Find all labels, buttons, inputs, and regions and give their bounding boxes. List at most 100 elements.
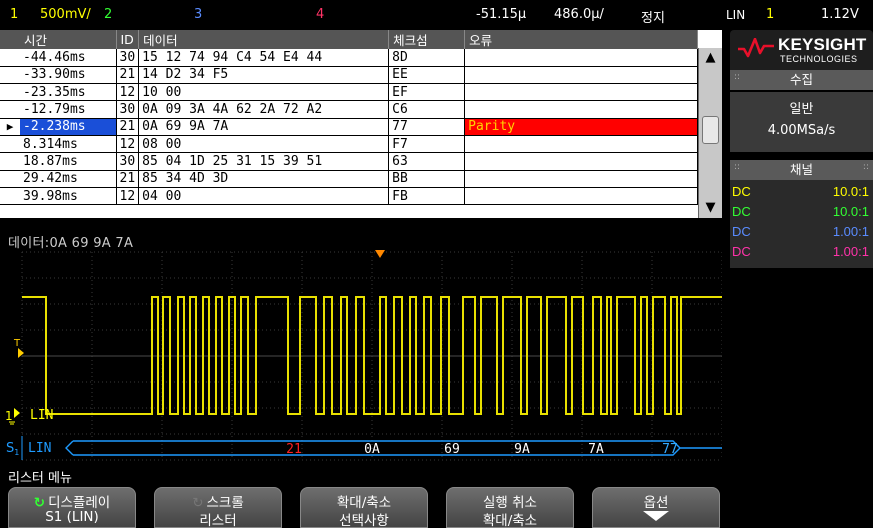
- drag-handle-icon[interactable]: ::: [863, 163, 869, 172]
- softkey-value: 리스터: [199, 513, 237, 528]
- table-row[interactable]: 39.98ms 12 04 00 FB: [0, 187, 698, 206]
- bus-decode-value: 77: [662, 442, 678, 457]
- trigger-bar: LIN 1 1.12V: [722, 0, 873, 28]
- status-bar: 1 500mV/ 2 3 4 -51.15µ 486.0µ/ 정지: [0, 0, 722, 28]
- data-cell: 0A 09 3A 4A 62 2A 72 A2: [138, 100, 390, 119]
- softkey-zoom-selection[interactable]: 확대/축소 선택사항: [300, 487, 428, 528]
- time-cell: -44.46ms: [20, 49, 117, 67]
- bus-decode-value: 69: [444, 442, 460, 457]
- lister-window: 시간 ID 데이터 체크섬 오류 -44.46ms 30 15 12 74 94 C…: [0, 30, 722, 218]
- id-cell: 21: [116, 66, 140, 85]
- data-cell: 14 D2 34 F5: [138, 66, 390, 85]
- run-state[interactable]: 정지: [641, 7, 665, 26]
- ch3-number[interactable]: 3: [194, 7, 202, 22]
- table-row[interactable]: -44.46ms 30 15 12 74 94 C4 54 E4 44 8D: [0, 49, 698, 67]
- time-cell: 18.87ms: [20, 152, 117, 171]
- channel-coupling: DC: [732, 224, 751, 239]
- trigger-type[interactable]: LIN: [726, 8, 745, 22]
- error-cell: Parity: [464, 118, 698, 136]
- id-cell: 12: [116, 187, 140, 206]
- serial1-label: S1: [6, 441, 19, 457]
- trigger-level-label: T: [13, 338, 21, 349]
- table-row[interactable]: 8.314ms 12 08 00 F7: [0, 135, 698, 154]
- waveform-display[interactable]: T 1 LIN S1 LIN 21 0A 69 9A 7A 77: [0, 248, 722, 464]
- trigger-level[interactable]: 1.12V: [821, 7, 859, 22]
- bus-decode-value: 0A: [364, 442, 380, 457]
- checksum-cell: 77: [388, 118, 466, 136]
- ch1-scale[interactable]: 500mV/: [40, 7, 91, 22]
- error-cell: [464, 49, 698, 67]
- trigger-position-marker-icon[interactable]: [375, 250, 385, 258]
- channel-row-4[interactable]: DC 1.00:1: [730, 242, 873, 262]
- row-marker-arrow-icon: ▶: [0, 118, 20, 136]
- id-cell: 21: [116, 118, 140, 136]
- channels-panel-header[interactable]: :: 채널 ::: [730, 160, 873, 180]
- acquisition-title: 수집: [789, 72, 813, 87]
- acquisition-panel-header[interactable]: :: 수집: [730, 70, 873, 90]
- error-cell: [464, 187, 698, 206]
- table-row[interactable]: 29.42ms 21 85 34 4D 3D BB: [0, 170, 698, 188]
- channel-coupling: DC: [732, 244, 751, 259]
- lister-header-row: 시간 ID 데이터 체크섬 오류: [0, 30, 698, 49]
- table-row[interactable]: -23.35ms 12 10 00 EF: [0, 83, 698, 102]
- softkey-display[interactable]: ↻ 디스플레이 S1 (LIN): [8, 487, 136, 528]
- softkey-label: 실행 취소: [483, 495, 537, 511]
- bus-decode-value: 7A: [588, 442, 604, 457]
- lister-table: 시간 ID 데이터 체크섬 오류 -44.46ms 30 15 12 74 94 C…: [0, 30, 698, 206]
- checksum-cell: 63: [388, 152, 466, 171]
- ch4-number[interactable]: 4: [316, 7, 324, 22]
- id-cell: 12: [116, 83, 140, 102]
- error-cell: [464, 170, 698, 188]
- brand-header: KEYSIGHT TECHNOLOGIES: [730, 30, 873, 70]
- softkey-label: 옵션: [643, 495, 669, 511]
- drag-handle-icon[interactable]: ::: [734, 73, 740, 82]
- channel-probe-ratio: 10.0:1: [832, 184, 869, 199]
- scroll-up-icon[interactable]: ▲: [699, 48, 722, 68]
- channel-probe-ratio: 1.00:1: [832, 244, 869, 259]
- table-row[interactable]: -33.90ms 21 14 D2 34 F5 EE: [0, 66, 698, 85]
- lister-scrollbar[interactable]: ▲ ▼: [698, 48, 722, 218]
- ch2-number[interactable]: 2: [104, 7, 112, 22]
- data-cell: 0A 69 9A 7A: [138, 118, 390, 136]
- ch1-number[interactable]: 1: [10, 7, 18, 22]
- header-id[interactable]: ID: [116, 30, 140, 49]
- softkey-undo-zoom[interactable]: 실행 취소 확대/축소: [446, 487, 574, 528]
- ch1-trace-label: LIN: [30, 408, 53, 423]
- channel-probe-ratio: 10.0:1: [832, 204, 869, 219]
- checksum-cell: FB: [388, 187, 466, 206]
- ch1-ground-marker-icon[interactable]: 1: [5, 408, 20, 425]
- scroll-down-icon[interactable]: ▼: [699, 198, 722, 218]
- bus-decode-value: 21: [286, 442, 302, 457]
- drag-handle-icon[interactable]: ::: [734, 163, 740, 172]
- header-error[interactable]: 오류: [464, 30, 698, 49]
- data-cell: 15 12 74 94 C4 54 E4 44: [138, 49, 390, 67]
- sample-rate: 4.00MSa/s: [767, 123, 836, 138]
- header-time[interactable]: 시간: [20, 30, 117, 49]
- channel-row-1[interactable]: DC 10.0:1: [730, 182, 873, 202]
- table-row[interactable]: ▶ -2.238ms 21 0A 69 9A 7A 77 Parity: [0, 118, 698, 136]
- table-row[interactable]: 18.87ms 30 85 04 1D 25 31 15 39 51 63: [0, 152, 698, 171]
- channel-row-2[interactable]: DC 10.0:1: [730, 202, 873, 222]
- row-marker: [0, 83, 20, 102]
- channels-title: 채널: [789, 162, 813, 177]
- time-scale[interactable]: 486.0µ/: [554, 7, 604, 22]
- marker-header: [0, 30, 20, 49]
- error-cell: [464, 135, 698, 154]
- channels-panel[interactable]: DC 10.0:1 DC 10.0:1 DC 1.00:1 DC 1.00:1: [730, 180, 873, 268]
- channel-row-3[interactable]: DC 1.00:1: [730, 222, 873, 242]
- checksum-cell: F7: [388, 135, 466, 154]
- keysight-logo-icon: [738, 38, 774, 58]
- trigger-source[interactable]: 1: [766, 7, 774, 22]
- softkey-scroll-lister[interactable]: ↻ 스크롤 리스터: [154, 487, 282, 528]
- softkey-options[interactable]: 옵션: [592, 487, 720, 528]
- row-marker: [0, 49, 20, 67]
- scroll-thumb[interactable]: [702, 116, 719, 144]
- header-checksum[interactable]: 체크섬: [388, 30, 466, 49]
- acquisition-panel[interactable]: 일반 4.00MSa/s: [730, 92, 873, 152]
- time-offset[interactable]: -51.15µ: [476, 7, 526, 22]
- table-row[interactable]: -12.79ms 30 0A 09 3A 4A 62 2A 72 A2 C6: [0, 100, 698, 119]
- menu-title: 리스터 메뉴: [8, 471, 72, 486]
- time-cell: -2.238ms: [20, 118, 117, 136]
- serial1-channel: LIN: [28, 441, 51, 456]
- header-data[interactable]: 데이터: [138, 30, 390, 49]
